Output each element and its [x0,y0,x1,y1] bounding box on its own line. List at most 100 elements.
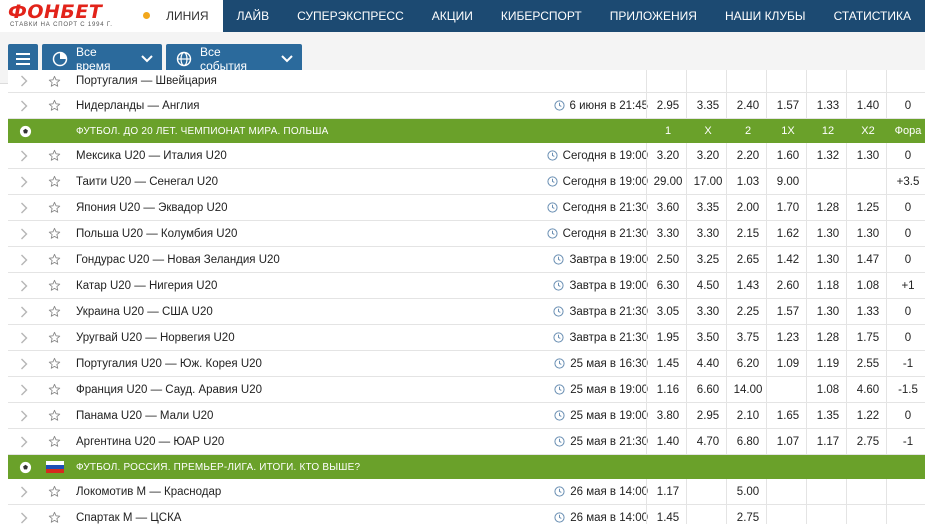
expand-chevron-icon[interactable] [8,479,40,504]
odds-12[interactable]: 1.19 [808,351,848,376]
event-name[interactable]: Спартак М — ЦСКА [76,505,546,524]
nav-item-esports[interactable]: КИБЕРСПОРТ [487,0,596,32]
expand-chevron-icon[interactable] [8,169,40,194]
odds-x[interactable]: 4.70 [688,429,728,454]
favorite-star-icon[interactable] [44,377,64,402]
odds-x2[interactable]: 1.25 [848,195,888,220]
odds-12[interactable]: 1.08 [808,377,848,402]
odds-2[interactable]: 14.00 [728,377,768,402]
odds-x[interactable]: 3.50 [688,325,728,350]
odds-12[interactable]: 1.18 [808,273,848,298]
favorite-star-icon[interactable] [44,93,64,118]
expand-chevron-icon[interactable] [8,403,40,428]
odds-1[interactable]: 1.16 [648,377,688,402]
odds-1x[interactable]: 1.62 [768,221,808,246]
odds-фора[interactable]: +1 [888,273,925,298]
expand-chevron-icon[interactable] [8,70,40,92]
odds-2[interactable]: 5.00 [728,479,768,504]
event-name[interactable]: Катар U20 — Нигерия U20 [76,273,546,298]
odds-1x[interactable]: 1.42 [768,247,808,272]
odds-фора[interactable]: 0 [888,143,925,168]
odds-1[interactable]: 3.30 [648,221,688,246]
favorite-star-icon[interactable] [44,479,64,504]
odds-фора[interactable]: -1 [888,351,925,376]
odds-x[interactable]: 17.00 [688,169,728,194]
event-row[interactable]: Польша U20 — Колумбия U20 Сегодня в 21:30… [8,221,925,247]
nav-item-statistics[interactable]: СТАТИСТИКА [820,0,925,32]
odds-1[interactable]: 1.95 [648,325,688,350]
menu-button[interactable] [8,44,38,73]
event-name[interactable]: Аргентина U20 — ЮАР U20 [76,429,546,454]
odds-2[interactable]: 2.15 [728,221,768,246]
nav-item-live[interactable]: ЛАЙВ [223,0,284,32]
favorite-star-icon[interactable] [44,403,64,428]
event-name[interactable]: Португалия U20 — Юж. Корея U20 [76,351,546,376]
odds-1x[interactable]: 1.57 [768,299,808,324]
favorite-star-icon[interactable] [44,429,64,454]
period-dropdown[interactable]: Все время [42,44,162,73]
odds-1[interactable]: 1.17 [648,479,688,504]
favorite-star-icon[interactable] [44,143,64,168]
expand-chevron-icon[interactable] [8,299,40,324]
event-name[interactable]: Уругвай U20 — Норвегия U20 [76,325,546,350]
favorite-star-icon[interactable] [44,505,64,524]
league-header[interactable]: ФУТБОЛ. ДО 20 ЛЕТ. ЧЕМПИОНАТ МИРА. ПОЛЬШ… [8,119,925,143]
expand-chevron-icon[interactable] [8,273,40,298]
odds-1[interactable]: 29.00 [648,169,688,194]
odds-фора[interactable]: -1 [888,429,925,454]
odds-1x[interactable]: 1.07 [768,429,808,454]
event-row[interactable]: Украина U20 — США U20 Завтра в 21:30 3.05 3… [8,299,925,325]
odds-x[interactable]: 6.60 [688,377,728,402]
odds-x2[interactable]: 2.75 [848,429,888,454]
odds-1x[interactable]: 2.60 [768,273,808,298]
event-name[interactable]: Гондурас U20 — Новая Зеландия U20 [76,247,546,272]
event-name[interactable]: Локомотив М — Краснодар [76,479,546,504]
expand-chevron-icon[interactable] [8,377,40,402]
expand-chevron-icon[interactable] [8,221,40,246]
event-row[interactable]: Гондурас U20 — Новая Зеландия U20 Завтра … [8,247,925,273]
event-row[interactable]: Катар U20 — Нигерия U20 Завтра в 19:00 6.3… [8,273,925,299]
expand-chevron-icon[interactable] [8,505,40,524]
event-row[interactable]: Панама U20 — Мали U20 25 мая в 19:00 3.80 2… [8,403,925,429]
favorite-star-icon[interactable] [44,273,64,298]
events-dropdown[interactable]: Все события [166,44,302,73]
odds-12[interactable]: 1.35 [808,403,848,428]
event-row[interactable]: Португалия — Швейцария [8,70,925,93]
odds-фора[interactable]: 0 [888,325,925,350]
odds-2[interactable]: 2.75 [728,505,768,524]
event-row[interactable]: Уругвай U20 — Норвегия U20 Завтра в 21:30… [8,325,925,351]
odds-2[interactable]: 2.40 [728,93,768,118]
odds-x[interactable]: 3.30 [688,299,728,324]
odds-x[interactable]: 3.35 [688,195,728,220]
event-row[interactable]: Франция U20 — Сауд. Аравия U20 25 мая в 1… [8,377,925,403]
odds-фора[interactable]: -1.5 [888,377,925,402]
odds-x2[interactable]: 4.60 [848,377,888,402]
odds-1x[interactable]: 1.65 [768,403,808,428]
event-name[interactable]: Мексика U20 — Италия U20 [76,143,546,168]
nav-item-line[interactable]: ЛИНИЯ [152,0,223,32]
odds-x2[interactable]: 1.33 [848,299,888,324]
event-name[interactable]: Япония U20 — Эквадор U20 [76,195,546,220]
league-header[interactable]: ФУТБОЛ. РОССИЯ. ПРЕМЬЕР-ЛИГА. ИТОГИ. КТО… [8,455,925,479]
odds-1x[interactable]: 1.23 [768,325,808,350]
odds-12[interactable]: 1.28 [808,195,848,220]
event-row[interactable]: Спартак М — ЦСКА 26 мая в 14:00 1.45 2.75 [8,505,925,524]
odds-1x[interactable]: 1.57 [768,93,808,118]
event-row[interactable]: Португалия U20 — Юж. Корея U20 25 мая в 1… [8,351,925,377]
event-row[interactable]: Нидерланды — Англия 6 июня в 21:45 2.95 3.3… [8,93,925,119]
odds-x2[interactable]: 1.30 [848,221,888,246]
expand-chevron-icon[interactable] [8,325,40,350]
odds-x[interactable]: 4.50 [688,273,728,298]
odds-x2[interactable]: 1.75 [848,325,888,350]
favorite-star-icon[interactable] [44,325,64,350]
expand-chevron-icon[interactable] [8,195,40,220]
event-row[interactable]: Локомотив М — Краснодар 26 мая в 14:00 1.1… [8,479,925,505]
event-name[interactable]: Таити U20 — Сенегал U20 [76,169,546,194]
odds-12[interactable]: 1.32 [808,143,848,168]
favorite-star-icon[interactable] [44,299,64,324]
odds-12[interactable]: 1.33 [808,93,848,118]
odds-1[interactable]: 1.40 [648,429,688,454]
odds-фора[interactable]: 0 [888,403,925,428]
event-row[interactable]: Аргентина U20 — ЮАР U20 25 мая в 21:30 1.4… [8,429,925,455]
nav-item-our-clubs[interactable]: НАШИ КЛУБЫ [711,0,820,32]
